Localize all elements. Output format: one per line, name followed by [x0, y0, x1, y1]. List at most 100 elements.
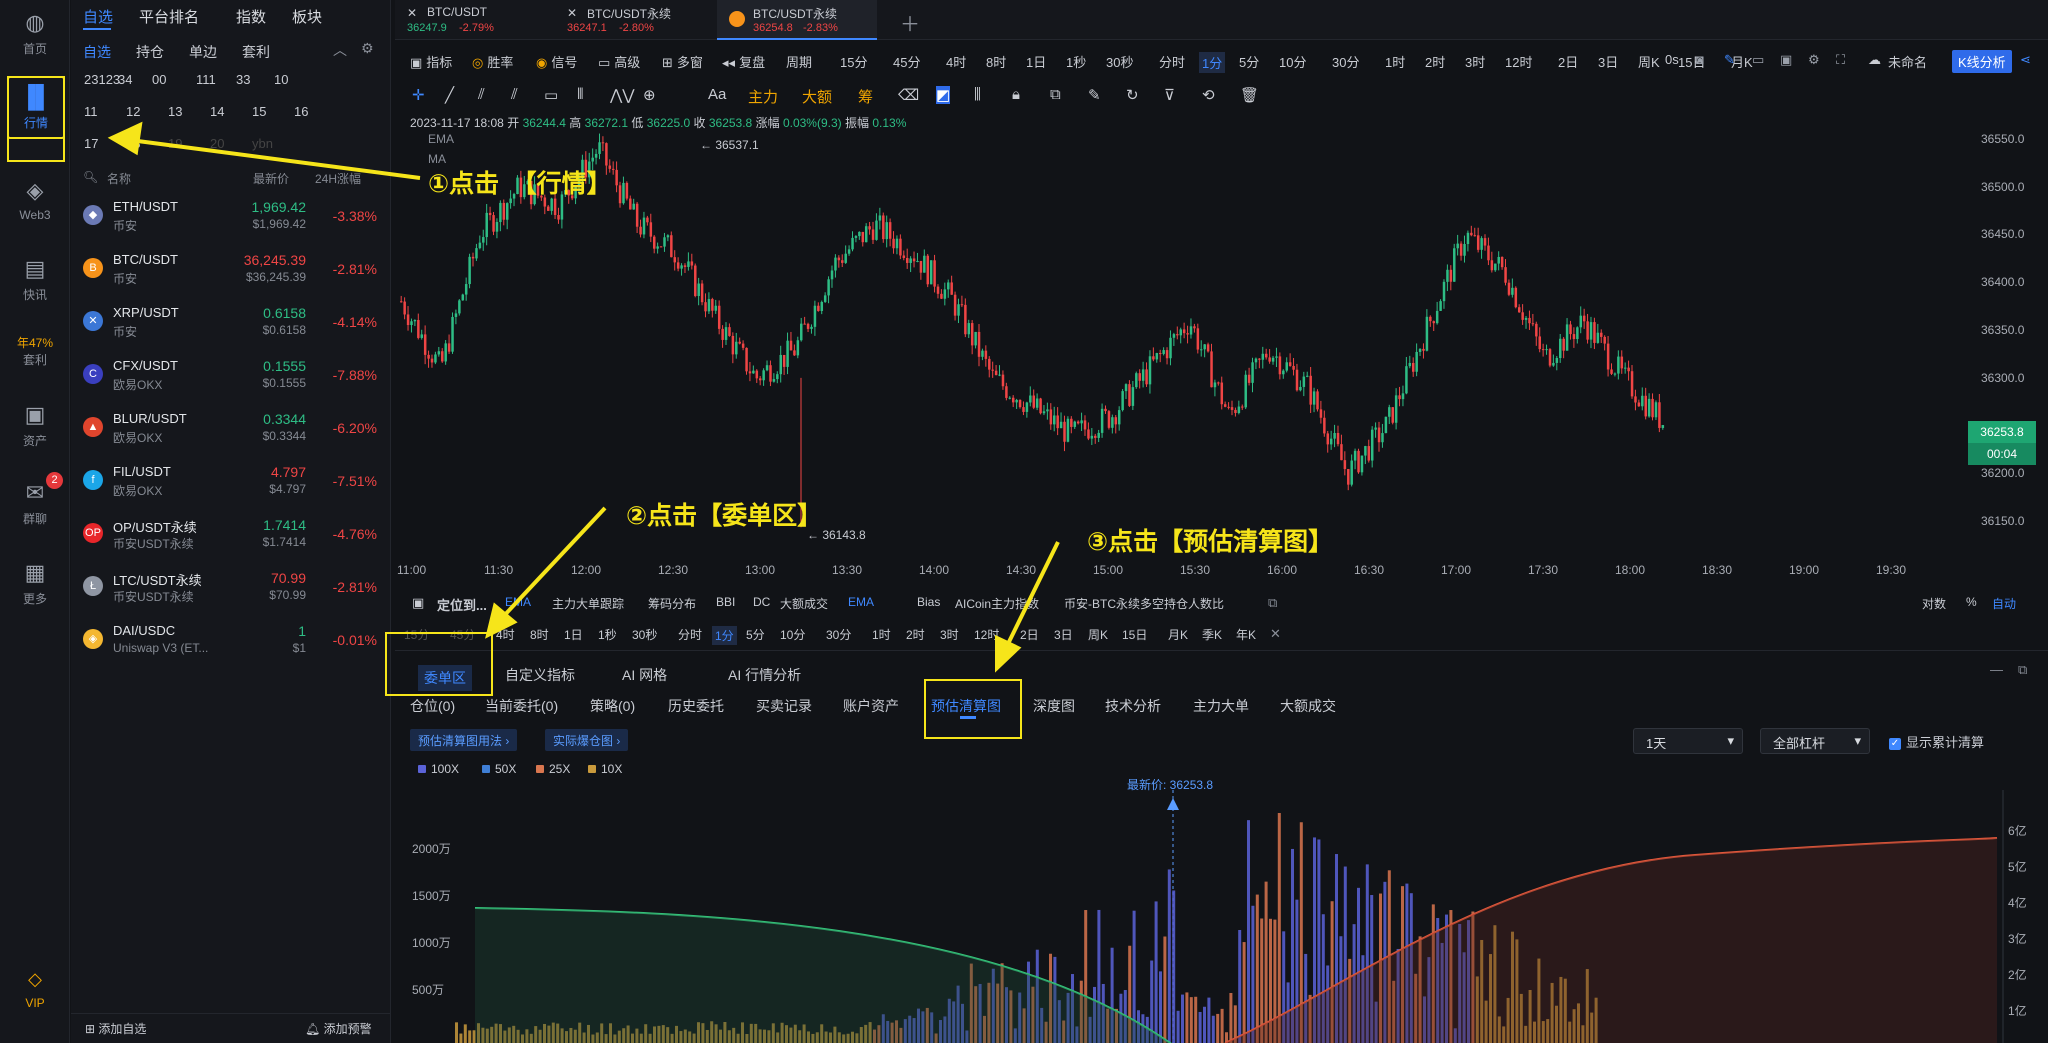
bottom-subtab-0[interactable]: 仓位(0): [410, 696, 455, 716]
header-change[interactable]: 24H涨幅: [315, 170, 361, 187]
header-price[interactable]: 最新价: [253, 170, 289, 187]
toolbar-indicator[interactable]: ▣ 指标: [410, 52, 452, 71]
period-18[interactable]: 周K: [1638, 52, 1660, 71]
bottom-subtab-4[interactable]: 买卖记录: [756, 696, 812, 716]
search-icon[interactable]: 🔍︎: [83, 170, 98, 184]
tool-text-1[interactable]: 主力: [748, 86, 778, 107]
brush-icon[interactable]: ↻: [1126, 86, 1139, 104]
period2-10[interactable]: 10分: [780, 626, 805, 643]
toolbar-multi-window[interactable]: ⊞ 多窗: [662, 52, 703, 71]
group-tag[interactable]: 18: [126, 136, 140, 151]
fullscreen-icon[interactable]: ⛶: [1836, 52, 1845, 68]
show-cumulative-checkbox[interactable]: ✓ 显示累计清算: [1889, 732, 1984, 751]
group-tag[interactable]: 34: [118, 72, 132, 87]
subtab-single[interactable]: 单边: [189, 42, 217, 62]
group-tag[interactable]: 12: [126, 104, 140, 119]
ray-icon[interactable]: ⫽: [478, 86, 485, 103]
legend-item[interactable]: 10X: [588, 762, 622, 776]
period2-4[interactable]: 1日: [564, 626, 583, 643]
rail-item-home[interactable]: ◍ 首页: [0, 10, 70, 57]
filter-icon[interactable]: ⊽: [1164, 86, 1175, 104]
liquidation-chart[interactable]: [395, 790, 2048, 1043]
eraser-icon[interactable]: ⌫: [898, 86, 919, 104]
indicator-item[interactable]: AICoin主力指数: [955, 595, 1039, 612]
period-3[interactable]: 8时: [986, 52, 1006, 71]
group-tag[interactable]: ybn: [252, 136, 273, 151]
bottom-subtab-8[interactable]: 技术分析: [1105, 696, 1161, 716]
period-13[interactable]: 2时: [1425, 52, 1445, 71]
tab-sector[interactable]: 板块: [292, 6, 322, 27]
indicator-item[interactable]: EMA: [505, 595, 531, 609]
bottom-tab-2[interactable]: AI 网格: [622, 665, 667, 685]
watch-row[interactable]: C CFX/USDT 欧易OKX 0.1555 $0.1555 -7.88%: [71, 352, 391, 406]
bar-icon[interactable]: ⫼: [974, 86, 981, 103]
note-icon[interactable]: ✎: [1088, 86, 1101, 104]
kline-analysis-button[interactable]: K线分析: [1952, 50, 2012, 73]
close-icon[interactable]: ✕: [567, 6, 577, 20]
indicator-item[interactable]: 币安-BTC永续多空持仓人数比: [1064, 595, 1224, 612]
indicator-item[interactable]: 筹码分布: [648, 595, 696, 612]
period2-13[interactable]: 2时: [906, 626, 925, 643]
edit-icon[interactable]: ⧉: [1268, 595, 1277, 611]
period-1[interactable]: 45分: [893, 52, 920, 71]
rail-item-chat[interactable]: ✉ 群聊 2: [0, 472, 70, 527]
group-tag[interactable]: 17: [84, 136, 98, 151]
layout-icon[interactable]: ▭: [1752, 52, 1764, 68]
legend-item[interactable]: 50X: [482, 762, 516, 776]
copy-icon[interactable]: ⧉: [1050, 86, 1061, 103]
settings-gear-icon[interactable]: ⚙: [361, 40, 374, 57]
header-name[interactable]: 名称: [107, 170, 131, 187]
tool-text-0[interactable]: Aa: [708, 86, 726, 103]
period-10[interactable]: 10分: [1279, 52, 1306, 71]
chart-tab[interactable]: ✕ BTC/USDT 36247.9 -2.79%: [395, 0, 555, 40]
group-tag[interactable]: 19: [168, 136, 182, 151]
rail-item-web3[interactable]: ◈ Web3: [0, 178, 70, 222]
period2-14[interactable]: 3时: [940, 626, 959, 643]
rail-item-more[interactable]: ▦ 更多: [0, 560, 70, 607]
group-tag[interactable]: 33: [236, 72, 250, 87]
indicator-item[interactable]: BBI: [716, 595, 735, 609]
measure-icon[interactable]: ⊕: [643, 86, 656, 104]
period2-15[interactable]: 12时: [974, 626, 999, 643]
subtab-watch[interactable]: 自选: [83, 42, 111, 62]
minimize-icon[interactable]: —: [1990, 662, 2003, 677]
share-icon[interactable]: ⋖: [2020, 52, 2031, 68]
watch-row[interactable]: ◈ DAI/USDC Uniswap V3 (ET... 1 $1 -0.01%: [71, 617, 391, 671]
expand-icon[interactable]: ⧉: [2018, 662, 2027, 678]
line-icon[interactable]: ╱: [445, 86, 454, 104]
period2-22[interactable]: 年K: [1236, 626, 1256, 643]
workspace-name[interactable]: 未命名: [1888, 52, 1927, 71]
bottom-subtab-3[interactable]: 历史委托: [668, 696, 724, 716]
add-tab-icon[interactable]: ＋: [900, 8, 920, 37]
group-tag[interactable]: 15: [252, 104, 266, 119]
rail-item-news[interactable]: ▤ 快讯: [0, 256, 70, 303]
toolbar-period[interactable]: 周期: [786, 52, 812, 71]
period-5[interactable]: 1秒: [1066, 52, 1086, 71]
toolbar-replay[interactable]: ◂◂ 复盘: [722, 52, 765, 71]
actual-liquidation-link[interactable]: 实际爆仓图 ›: [545, 729, 629, 751]
locate-button[interactable]: 定位到...: [437, 595, 487, 614]
indicator-item[interactable]: EMA: [848, 595, 874, 609]
period-17[interactable]: 3日: [1598, 52, 1618, 71]
period2-20[interactable]: 月K: [1168, 626, 1188, 643]
tab-ranking[interactable]: 平台排名: [139, 6, 199, 27]
add-alert-button[interactable]: 🔔︎ 添加预警: [305, 1020, 372, 1037]
bottom-subtab-9[interactable]: 主力大单: [1193, 696, 1249, 716]
axis-option[interactable]: 对数: [1922, 595, 1946, 612]
period-8[interactable]: 1分: [1199, 52, 1226, 73]
parallel-icon[interactable]: ⫽: [511, 86, 518, 103]
tool-text-2[interactable]: 大额: [802, 86, 832, 107]
close-icon[interactable]: ✕: [1270, 626, 1281, 642]
range-select[interactable]: 1天 ▾: [1633, 728, 1743, 754]
usage-link[interactable]: 预估清算图用法 ›: [410, 729, 518, 751]
legend-item[interactable]: 100X: [418, 762, 459, 776]
rect-icon[interactable]: ▭: [544, 86, 558, 104]
indicator-item[interactable]: 大额成交: [780, 595, 828, 612]
period2-16[interactable]: 2日: [1020, 626, 1039, 643]
period2-21[interactable]: 季K: [1202, 626, 1222, 643]
period-9[interactable]: 5分: [1239, 52, 1259, 71]
period2-19[interactable]: 15日: [1122, 626, 1147, 643]
chart-tab-active[interactable]: BTC/USDT永续 36254.8 -2.83%: [717, 0, 877, 40]
period-15[interactable]: 12时: [1505, 52, 1532, 71]
period2-11[interactable]: 30分: [826, 626, 851, 643]
